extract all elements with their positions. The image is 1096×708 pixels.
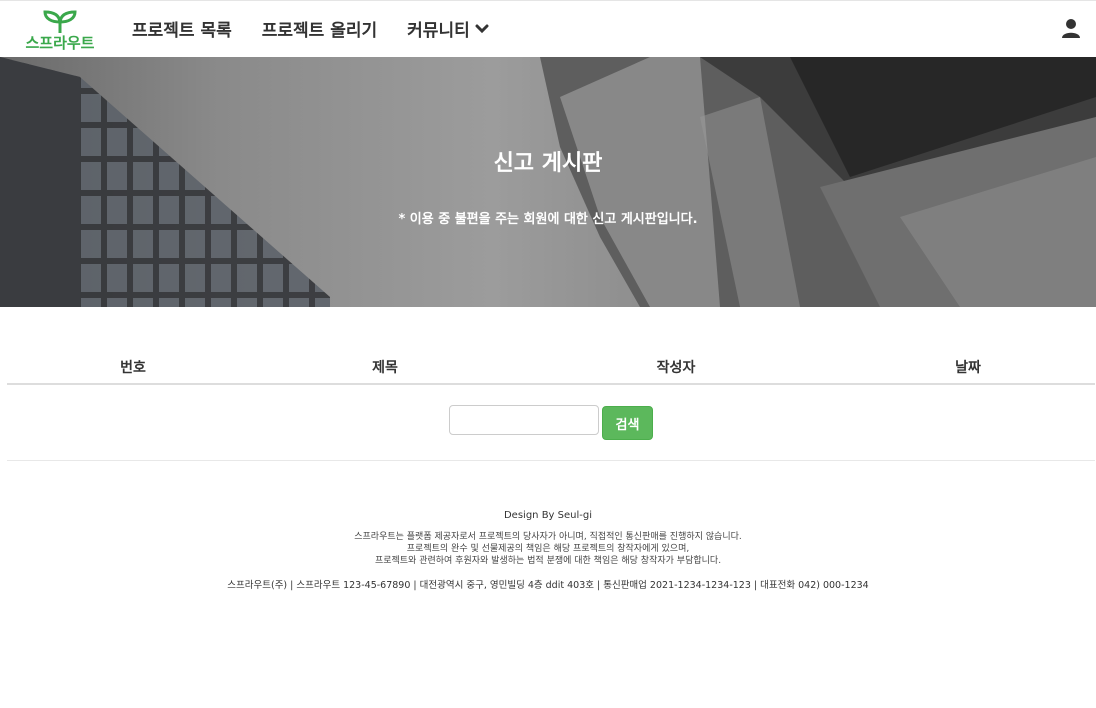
footer-notice: 스프라우트는 플랫폼 제공자로서 프로젝트의 당사자가 아니며, 직접적인 통신… [0, 531, 1096, 567]
navbar: 스프라우트 프로젝트 목록 프로젝트 올리기 커뮤니티 [0, 0, 1096, 57]
user-icon[interactable] [1061, 18, 1081, 38]
nav-community-dropdown[interactable]: 커뮤니티 [407, 16, 489, 41]
brand-logo[interactable]: 스프라우트 [17, 10, 103, 52]
main-nav: 프로젝트 목록 프로젝트 올리기 커뮤니티 [132, 16, 489, 41]
building-background-image [0, 57, 1096, 307]
footer-company-info: 스프라우트(주) | 스프라우트 123-45-67890 | 대전광역시 중구… [227, 580, 869, 591]
chevron-down-icon [475, 19, 489, 39]
content-divider [7, 460, 1095, 461]
nav-project-upload[interactable]: 프로젝트 올리기 [262, 16, 377, 41]
nav-community-label: 커뮤니티 [407, 21, 470, 41]
footer-notice-line: 프로젝트와 관련하여 후원자와 발생하는 법적 분쟁에 대한 책임은 해당 창작… [374, 556, 722, 566]
search-input[interactable] [449, 405, 599, 435]
search-button[interactable]: 검색 [602, 406, 653, 440]
nav-project-list[interactable]: 프로젝트 목록 [132, 16, 232, 41]
column-header-title[interactable]: 제목 [372, 357, 398, 377]
page-title: 신고 게시판 [493, 151, 603, 176]
sprout-icon [43, 10, 77, 33]
footer-design-credit: Design By Seul-gi [503, 510, 592, 521]
column-header-number[interactable]: 번호 [120, 357, 146, 377]
page-subtitle: * 이용 중 불편을 주는 회원에 대한 신고 게시판입니다. [398, 212, 698, 227]
footer-notice-line: 프로젝트의 완수 및 선물제공의 책임은 해당 프로젝트의 창작자에게 있으며, [406, 544, 690, 554]
footer-notice-line: 스프라우트는 플랫폼 제공자로서 프로젝트의 당사자가 아니며, 직접적인 통신… [354, 532, 742, 542]
report-board-table-header: 번호 제목 작성자 날짜 [7, 347, 1095, 385]
column-header-author[interactable]: 작성자 [657, 357, 696, 377]
brand-logo-text: 스프라우트 [25, 34, 95, 52]
column-header-date[interactable]: 날짜 [955, 357, 981, 377]
nav-project-upload-label: 프로젝트 올리기 [261, 21, 378, 41]
hero-banner: 신고 게시판 * 이용 중 불편을 주는 회원에 대한 신고 게시판입니다. [0, 57, 1096, 307]
nav-project-list-label: 프로젝트 목록 [132, 21, 232, 41]
